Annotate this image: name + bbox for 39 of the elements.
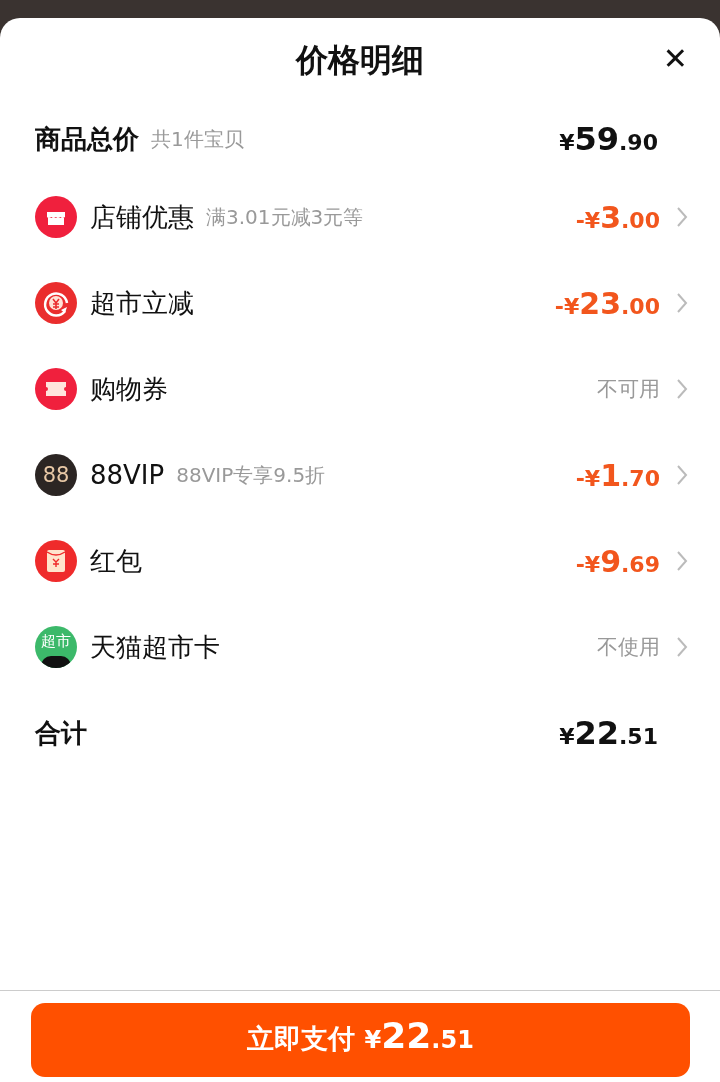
row-label: 店铺优惠	[90, 200, 194, 234]
row-label: 天猫超市卡	[90, 630, 220, 664]
discount-row[interactable]: 店铺优惠 满3.01元减3元等 -¥3.00	[0, 174, 720, 260]
discount-row[interactable]: 88 88VIP 88VIP专享9.5折 -¥1.70	[0, 432, 720, 518]
discount-row[interactable]: 购物券 不可用	[0, 346, 720, 432]
status-text: 不可用	[597, 376, 660, 403]
subtotal-label: 商品总价	[35, 122, 139, 156]
discount-amount: -¥1.70	[575, 457, 660, 493]
chevron-right-icon	[676, 550, 688, 572]
shop-icon	[35, 196, 77, 238]
cat-badge-icon: 超市	[35, 626, 77, 668]
vip-badge-icon: 88	[35, 454, 77, 496]
discount-row[interactable]: 超市立减 -¥23.00	[0, 260, 720, 346]
discount-row[interactable]: 红包 -¥9.69	[0, 518, 720, 604]
chevron-right-icon	[676, 292, 688, 314]
row-label: 88VIP	[90, 460, 165, 490]
yen-coin-icon	[35, 282, 77, 324]
row-note: 满3.01元减3元等	[206, 203, 364, 231]
discount-row[interactable]: 超市 天猫超市卡 不使用	[0, 604, 720, 690]
row-label: 红包	[90, 544, 142, 578]
ticket-icon	[35, 368, 77, 410]
subtotal-price: ¥59.90	[559, 120, 658, 158]
discount-amount: -¥9.69	[575, 543, 660, 579]
item-count: 共1件宝贝	[151, 125, 244, 153]
row-label: 购物券	[90, 372, 168, 406]
discount-amount: -¥23.00	[554, 285, 660, 321]
chevron-right-icon	[676, 378, 688, 400]
chevron-right-icon	[676, 464, 688, 486]
discount-amount: -¥3.00	[575, 199, 660, 235]
row-note: 88VIP专享9.5折	[176, 461, 326, 489]
total-price: ¥22.51	[559, 714, 658, 752]
chevron-right-icon	[676, 206, 688, 228]
status-text: 不使用	[597, 634, 660, 661]
close-button[interactable]: ✕	[662, 44, 688, 74]
total-label: 合计	[35, 716, 87, 750]
envelope-icon	[35, 540, 77, 582]
row-label: 超市立减	[90, 286, 194, 320]
chevron-right-icon	[676, 636, 688, 658]
sheet-title: 价格明细	[296, 40, 424, 81]
